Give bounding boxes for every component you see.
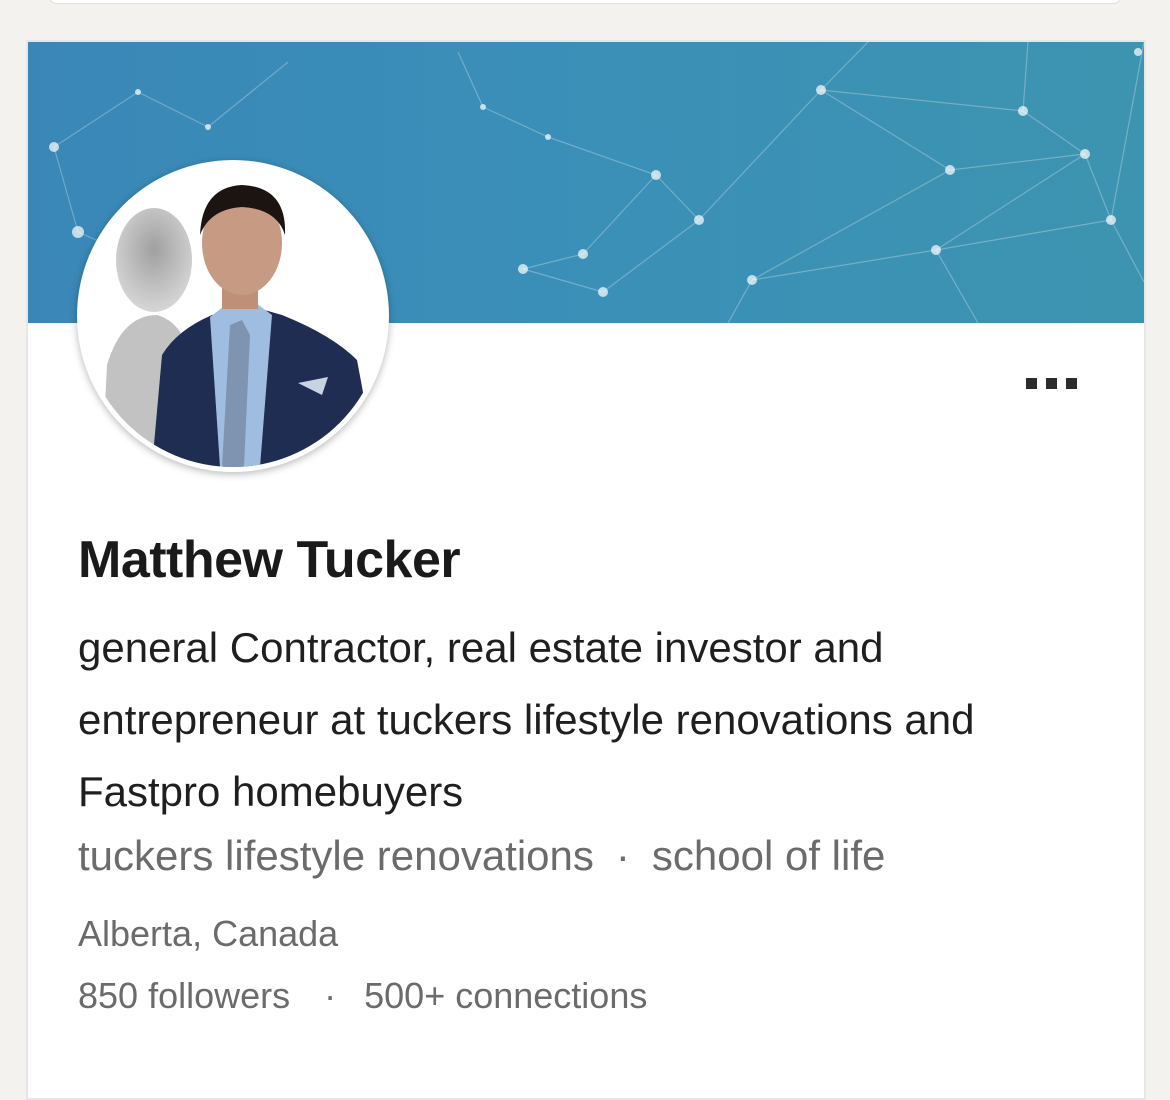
previous-card-edge — [48, 0, 1122, 4]
school-link[interactable]: school of life — [652, 832, 885, 879]
profile-location: Alberta, Canada — [78, 913, 339, 954]
separator-dot: · — [324, 975, 337, 1016]
connections-link[interactable]: 500+ connections — [364, 975, 647, 1016]
followers-link[interactable]: 850 followers — [78, 975, 290, 1016]
profile-card: Matthew Tucker general Contractor, real … — [26, 40, 1146, 1100]
profile-name: Matthew Tucker — [78, 531, 461, 589]
separator-dot: · — [615, 832, 630, 879]
more-options-icon[interactable] — [1026, 374, 1090, 398]
profile-headline: general Contractor, real estate investor… — [78, 624, 975, 815]
avatar-photo — [82, 165, 384, 467]
profile-stats: 850 followers · 500+ connections — [78, 975, 647, 1017]
current-company-link[interactable]: tuckers lifestyle renovations — [78, 832, 594, 879]
profile-affiliations: tuckers lifestyle renovations · school of … — [78, 832, 885, 880]
avatar[interactable] — [77, 160, 389, 472]
